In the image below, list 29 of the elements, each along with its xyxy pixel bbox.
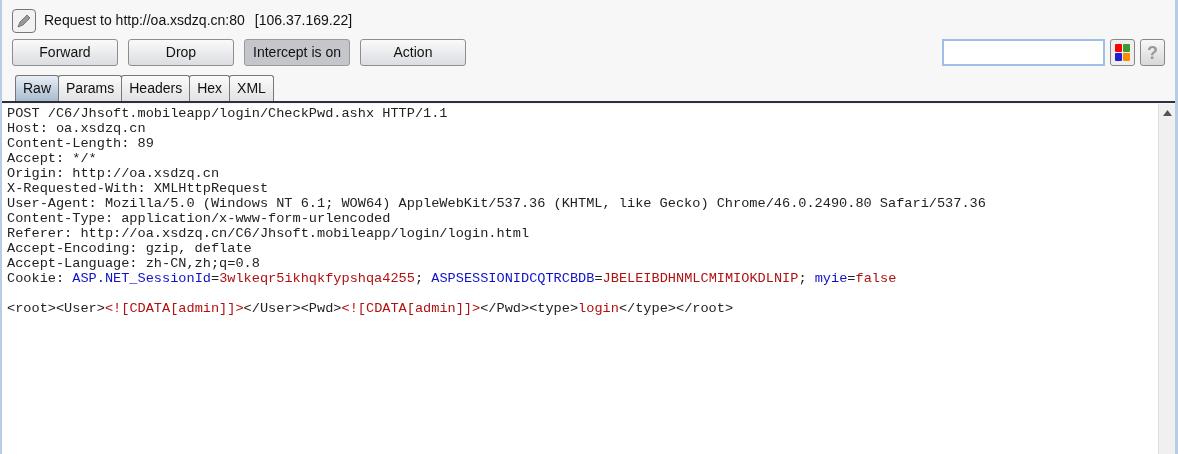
- ip-address: [106.37.169.22]: [254, 11, 353, 30]
- header-line: Content-Type: application/x-www-form-urlencoded: [7, 211, 391, 226]
- search-field[interactable]: [942, 38, 1105, 66]
- tab[interactable]: Headers: [121, 75, 191, 101]
- scrollbar[interactable]: [1158, 104, 1175, 454]
- tab[interactable]: XML: [229, 75, 274, 101]
- header-line: User-Agent: Mozilla/5.0 (Windows NT 6.1; WOW64) AppleWebKit/537.36 (KHTML, like Gecko) Chrome/46.0.2490.80 Safari/537.36: [7, 196, 986, 211]
- header-line: Referer: http://oa.xsdzq.cn/C6/Jhsoft.mobileapp/login/login.html: [7, 226, 530, 241]
- color-grid-icon[interactable]: [1110, 38, 1135, 66]
- toolbar-button[interactable]: Forward: [12, 38, 118, 66]
- tab[interactable]: Raw: [15, 75, 59, 101]
- scroll-up-icon: [1162, 110, 1172, 116]
- toolbar-button[interactable]: Drop: [128, 38, 234, 66]
- header-line: Accept-Encoding: gzip, deflate: [7, 241, 252, 256]
- body-line: <root><User><![CDATA[admin]]></User><Pwd><![CDATA[admin]]></Pwd><type>login</type></root>: [7, 301, 734, 316]
- header-line: X-Requested-With: XMLHttpRequest: [7, 181, 269, 196]
- header-line: Accept-Language: zh-CN,zh;q=0.8: [7, 256, 260, 271]
- tab[interactable]: Hex: [189, 75, 231, 101]
- header-line: Content-Length: 89: [7, 136, 154, 151]
- header-line: Host: oa.xsdzq.cn: [7, 121, 146, 136]
- request-title: Request to http://oa.xsdzq.cn:80: [44, 11, 245, 30]
- pencil-icon: [12, 8, 36, 33]
- toolbar-button[interactable]: Intercept is on: [244, 38, 350, 66]
- header-line: Origin: http://oa.xsdzq.cn: [7, 166, 220, 181]
- header-line: Cookie: ASP.NET_SessionId=3wlkeqr5ikhqkfypshqa4255; ASPSESSIONIDCQTRCBDB=JBELEIBDHNMLCMIMIOKDLNIP; myie=false: [7, 271, 897, 286]
- header-line: POST /C6/Jhsoft.mobileapp/login/CheckPwd.ashx HTTP/1.1: [7, 106, 448, 121]
- toolbar-button[interactable]: Action: [360, 38, 466, 66]
- header-line: Accept: */*: [7, 151, 97, 166]
- tab[interactable]: Params: [58, 75, 123, 101]
